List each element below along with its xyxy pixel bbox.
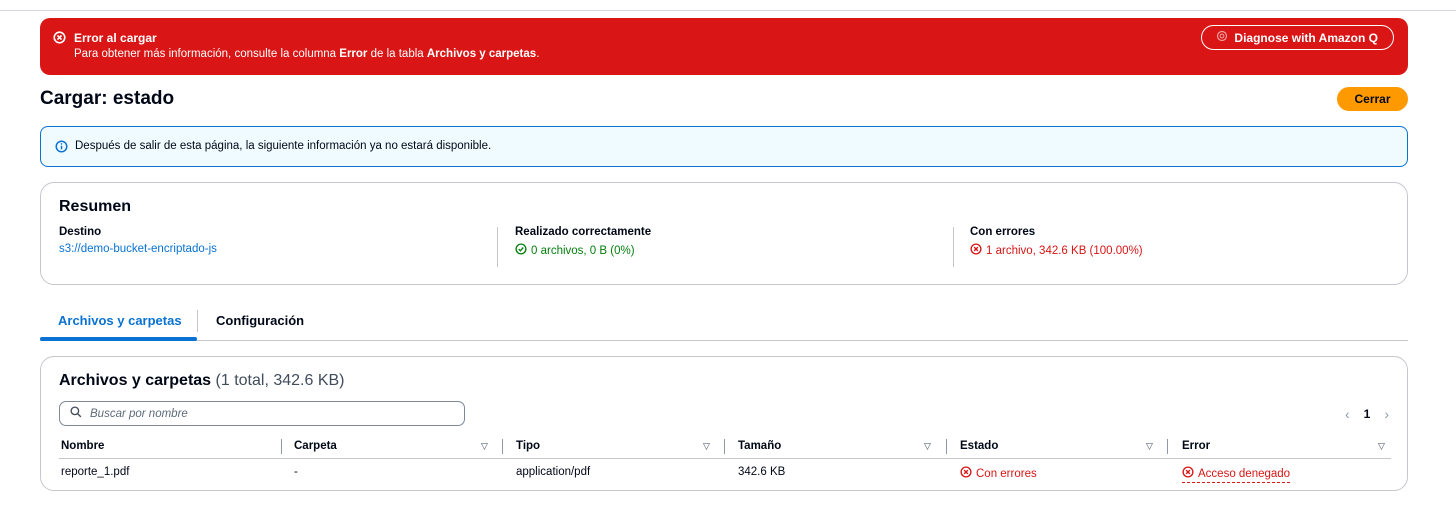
column-header-error[interactable]: Error xyxy=(1182,440,1210,452)
column-header-tipo[interactable]: Tipo xyxy=(516,440,540,452)
info-banner: Después de salir de esta página, la sigu… xyxy=(40,126,1408,167)
failed-column: Con errores 1 archivo, 342.6 KB (100.00%… xyxy=(970,226,1143,258)
cell-size: 342.6 KB xyxy=(738,466,786,478)
sort-icon[interactable]: ▽ xyxy=(1146,441,1153,452)
failed-label: Con errores xyxy=(970,226,1036,238)
error-circle-icon xyxy=(970,243,982,258)
error-banner: Error al cargar Para obtener más informa… xyxy=(40,18,1408,75)
sort-icon[interactable]: ▽ xyxy=(1378,441,1385,452)
cell-name: reporte_1.pdf xyxy=(61,466,130,478)
search-icon xyxy=(70,405,82,423)
files-card: Archivos y carpetas (1 total, 342.6 KB) … xyxy=(40,356,1408,491)
check-circle-icon xyxy=(515,243,527,258)
active-tab-indicator xyxy=(40,337,197,341)
sort-icon[interactable]: ▽ xyxy=(703,441,710,452)
error-title: Error al cargar xyxy=(74,31,157,45)
destination-label: Destino xyxy=(59,226,102,238)
table-row: reporte_1.pdf - application/pdf 342.6 KB… xyxy=(59,460,1391,486)
success-column: Realizado correctamente 0 archivos, 0 B … xyxy=(515,226,651,258)
column-resizer[interactable] xyxy=(946,439,947,454)
destination-link[interactable]: s3://demo-bucket-encriptado-js xyxy=(59,243,217,255)
column-resizer[interactable] xyxy=(724,439,725,454)
chevron-left-icon[interactable]: ‹ xyxy=(1345,406,1350,422)
sort-icon[interactable]: ▽ xyxy=(481,441,488,452)
sort-icon[interactable]: ▽ xyxy=(924,441,931,452)
info-text: Después de salir de esta página, la sigu… xyxy=(75,140,492,152)
error-circle-icon xyxy=(960,466,972,481)
info-icon xyxy=(55,140,68,158)
error-circle-icon xyxy=(1182,466,1194,481)
column-divider xyxy=(953,227,954,267)
column-header-tamano[interactable]: Tamaño xyxy=(738,440,781,452)
cell-error-popover-trigger[interactable]: Acceso denegado xyxy=(1182,466,1291,483)
diagnose-with-amazon-q-button[interactable]: Diagnose with Amazon Q xyxy=(1201,25,1394,50)
error-circle-icon xyxy=(53,31,66,49)
summary-card: Resumen Destino s3://demo-bucket-encript… xyxy=(40,182,1408,285)
success-label: Realizado correctamente xyxy=(515,226,652,238)
tab-separator xyxy=(197,310,198,332)
table-header: Nombre Carpeta ▽ Tipo ▽ Tamaño ▽ Estado … xyxy=(59,437,1391,459)
column-resizer[interactable] xyxy=(281,439,282,454)
success-value: 0 archivos, 0 B (0%) xyxy=(515,243,651,258)
cell-folder: - xyxy=(294,466,298,478)
error-message: Para obtener más información, consulte l… xyxy=(74,48,540,60)
close-button[interactable]: Cerrar xyxy=(1337,87,1408,111)
top-divider xyxy=(0,10,1456,11)
tab-archivos-y-carpetas[interactable]: Archivos y carpetas xyxy=(58,313,182,328)
files-count: (1 total, 342.6 KB) xyxy=(215,372,345,389)
column-divider xyxy=(497,227,498,267)
column-header-nombre[interactable]: Nombre xyxy=(61,440,104,452)
cell-type: application/pdf xyxy=(516,466,591,478)
column-header-estado[interactable]: Estado xyxy=(960,440,998,452)
page-number[interactable]: 1 xyxy=(1364,407,1371,421)
amazon-q-icon xyxy=(1216,30,1228,45)
column-header-carpeta[interactable]: Carpeta xyxy=(294,440,337,452)
search-box xyxy=(59,401,465,426)
chevron-right-icon[interactable]: › xyxy=(1384,406,1389,422)
search-input[interactable] xyxy=(90,407,450,420)
tab-configuracion[interactable]: Configuración xyxy=(216,313,304,328)
diagnose-label: Diagnose with Amazon Q xyxy=(1234,30,1378,45)
column-resizer[interactable] xyxy=(502,439,503,454)
tab-bar: Archivos y carpetas Configuración xyxy=(40,305,1408,341)
summary-title: Resumen xyxy=(59,198,132,215)
column-resizer[interactable] xyxy=(1167,439,1168,454)
page-title: Cargar: estado xyxy=(40,88,175,109)
cell-status: Con errores xyxy=(960,466,1037,481)
destination-column: Destino s3://demo-bucket-encriptado-js xyxy=(59,226,217,255)
files-title: Archivos y carpetas (1 total, 342.6 KB) xyxy=(59,372,345,389)
failed-value: 1 archivo, 342.6 KB (100.00%) xyxy=(970,243,1143,258)
pagination: ‹ 1 › xyxy=(1345,406,1389,422)
